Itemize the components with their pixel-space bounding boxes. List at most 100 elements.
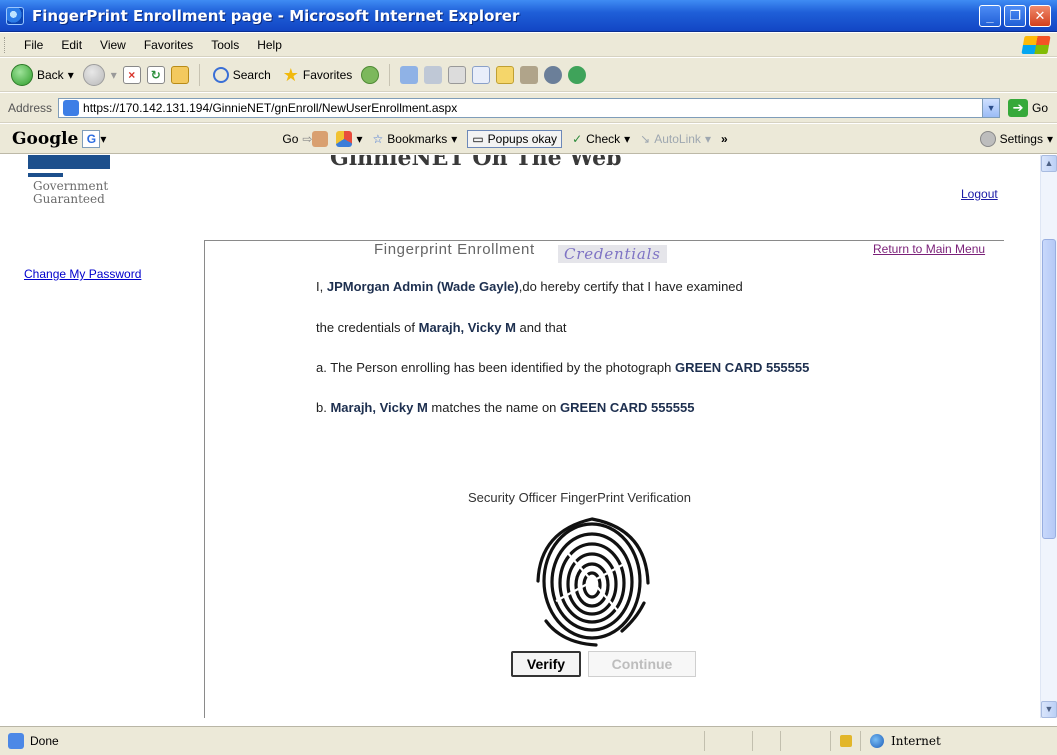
- go-label: Go: [1032, 100, 1049, 115]
- back-dropdown-icon[interactable]: ▾: [68, 68, 74, 82]
- address-dropdown-icon[interactable]: ▼: [982, 98, 1000, 117]
- status-separator: [752, 731, 753, 751]
- mail-button[interactable]: [424, 65, 443, 84]
- menu-edit[interactable]: Edit: [52, 38, 91, 52]
- line2-pre: the credentials of: [316, 320, 419, 335]
- forward-button[interactable]: [82, 63, 105, 86]
- status-separator: [830, 731, 831, 751]
- stop-button[interactable]: ×: [122, 65, 141, 84]
- line2-post: and that: [515, 320, 567, 335]
- maximize-button[interactable]: ❐: [1004, 5, 1026, 27]
- google-toolbar: Google G ▾ Go ⇨ ▾ ☆ Bookmarks ▾ ▭ Popups…: [0, 124, 1057, 154]
- favorites-label: Favorites: [302, 67, 353, 82]
- google-go-button[interactable]: Go ⇨: [282, 132, 312, 146]
- continue-button[interactable]: Continue: [588, 651, 696, 677]
- line1-pre: I,: [316, 279, 327, 294]
- menu-tools[interactable]: Tools: [202, 38, 248, 52]
- window-controls: _ ❐ ✕: [979, 5, 1051, 27]
- vertical-scrollbar[interactable]: ▲ ▼: [1040, 155, 1057, 718]
- enrollee-name: Marajh, Vicky M: [418, 320, 516, 335]
- close-button[interactable]: ✕: [1029, 5, 1051, 27]
- scroll-down-arrow-icon[interactable]: ▼: [1041, 701, 1057, 718]
- status-bar: Done Internet: [0, 726, 1057, 755]
- minimize-button[interactable]: _: [979, 5, 1001, 27]
- forward-dropdown-icon[interactable]: ▾: [111, 68, 117, 82]
- security-verification-label: Security Officer FingerPrint Verificatio…: [468, 490, 692, 505]
- standard-toolbar: Back ▾ ▾ × ↻ Search ★ Favorites: [0, 58, 1057, 92]
- scroll-thumb[interactable]: [1042, 239, 1056, 539]
- status-separator: [704, 731, 705, 751]
- fingerprint-icon: [536, 517, 650, 647]
- line4-mid: matches the name on: [427, 400, 561, 415]
- refresh-button[interactable]: ↻: [146, 65, 165, 84]
- logout-link[interactable]: Logout: [961, 187, 998, 201]
- address-input[interactable]: https://170.142.131.194/GinnieNET/gnEnro…: [58, 97, 1001, 118]
- status-separator: [860, 731, 861, 751]
- logo-rule: [28, 173, 63, 177]
- toolbar-grip: [4, 36, 7, 53]
- lock-icon[interactable]: [840, 735, 852, 747]
- home-button[interactable]: [170, 65, 189, 84]
- page-viewport: Government Guaranteed GinnieNET On The W…: [0, 155, 1040, 718]
- scroll-up-arrow-icon[interactable]: ▲: [1041, 155, 1057, 172]
- back-button[interactable]: Back ▾: [8, 63, 77, 86]
- favorites-button[interactable]: ★ Favorites: [280, 66, 356, 84]
- discuss-button[interactable]: [496, 65, 515, 84]
- window-title: FingerPrint Enrollment page - Microsoft …: [32, 6, 520, 25]
- research-button[interactable]: [520, 65, 539, 84]
- ie-icon: [6, 6, 24, 25]
- google-dropdown-icon[interactable]: ▾: [100, 132, 106, 146]
- status-text: Done: [30, 734, 59, 748]
- back-arrow-icon: [11, 63, 33, 86]
- spell-check-button[interactable]: ✓ Check ▾: [572, 132, 630, 146]
- menu-help[interactable]: Help: [248, 38, 291, 52]
- menu-bar: File Edit View Favorites Tools Help: [0, 33, 1057, 57]
- bookmarks-label: Bookmarks: [387, 131, 448, 146]
- bookmarks-button[interactable]: ☆ Bookmarks ▾: [373, 132, 458, 146]
- globe-icon: [870, 734, 884, 748]
- autolink-label: AutoLink: [654, 131, 701, 146]
- search-button[interactable]: Search: [210, 66, 274, 83]
- line1-post: ,do hereby certify that I have examined: [518, 279, 743, 294]
- bookmark-star-icon: ☆: [372, 131, 384, 146]
- google-search-input[interactable]: [132, 129, 272, 149]
- google-settings-button[interactable]: Settings ▾: [979, 130, 1053, 147]
- pagerank-icon[interactable]: [312, 130, 329, 147]
- extra-button[interactable]: [568, 65, 587, 84]
- google-menu-button[interactable]: G: [82, 129, 101, 148]
- autolink-dropdown-icon: ▾: [704, 131, 711, 146]
- menu-view[interactable]: View: [91, 38, 135, 52]
- news-dropdown-icon[interactable]: ▾: [356, 132, 362, 146]
- status-separator: [780, 731, 781, 751]
- go-arrow-icon: ➔: [1008, 98, 1029, 117]
- media-button[interactable]: [361, 65, 380, 84]
- go-button[interactable]: ➔ Go: [1008, 98, 1049, 117]
- back-label: Back: [37, 67, 64, 82]
- fingerprint-image: [526, 511, 660, 671]
- google-go-label: Go: [282, 131, 299, 146]
- title-bar: FingerPrint Enrollment page - Microsoft …: [0, 0, 1057, 32]
- name-id-doc: GREEN CARD 555555: [560, 400, 695, 415]
- news-icon[interactable]: [336, 130, 353, 147]
- history-button[interactable]: [400, 65, 419, 84]
- bookmarks-dropdown-icon: ▾: [451, 131, 458, 146]
- check-dropdown-icon: ▾: [624, 131, 631, 146]
- menu-favorites[interactable]: Favorites: [135, 38, 202, 52]
- popups-label: Popups okay: [487, 131, 558, 146]
- address-label: Address: [8, 100, 53, 115]
- menu-file[interactable]: File: [15, 38, 52, 52]
- autolink-button[interactable]: ↘ AutoLink ▾: [640, 132, 711, 146]
- change-password-link[interactable]: Change My Password: [24, 267, 141, 281]
- more-chevron-button[interactable]: »: [721, 132, 728, 146]
- print-button[interactable]: [448, 65, 467, 84]
- popup-blocker-button[interactable]: ▭ Popups okay: [467, 129, 563, 148]
- edit-button[interactable]: [472, 65, 491, 84]
- line4-pre: b.: [316, 400, 331, 415]
- messenger-button[interactable]: [544, 65, 563, 84]
- autolink-icon: ↘: [640, 131, 651, 146]
- address-url[interactable]: https://170.142.131.194/GinnieNET/gnEnro…: [83, 101, 457, 115]
- page-icon: [63, 99, 80, 116]
- admin-name: JPMorgan Admin (Wade Gayle): [326, 279, 519, 294]
- verify-button[interactable]: Verify: [511, 651, 581, 677]
- google-logo[interactable]: Google: [12, 129, 78, 149]
